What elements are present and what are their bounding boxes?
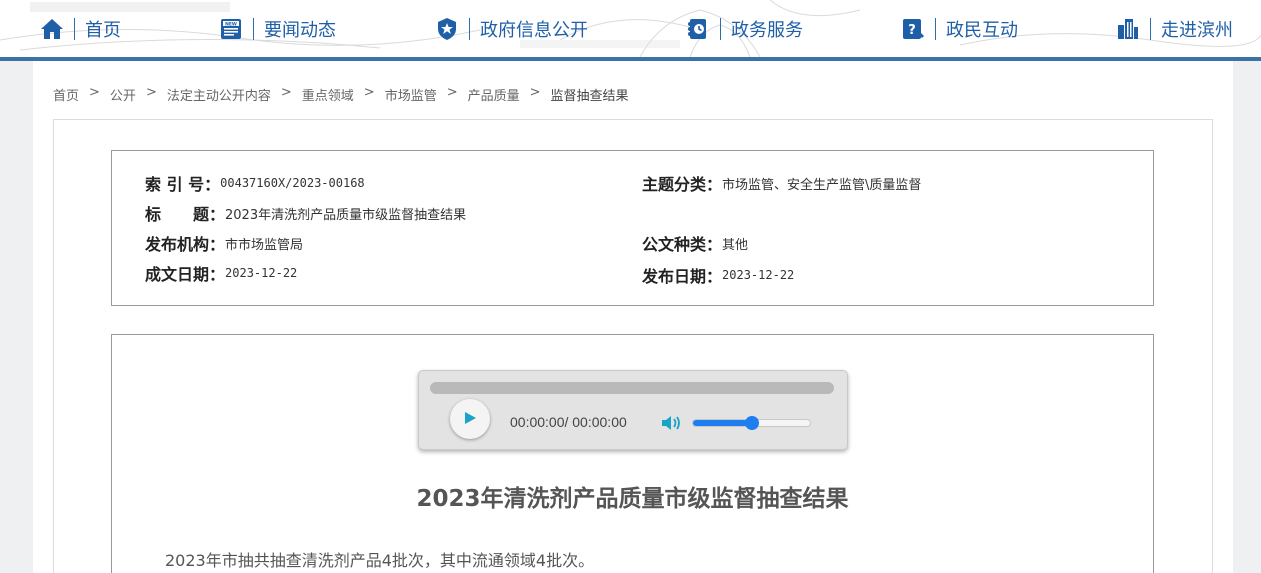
volume-icon[interactable] xyxy=(661,414,683,432)
nav-item-label: 政民互动 xyxy=(946,20,1018,41)
breadcrumb-item-market-supervision[interactable]: 市场监管 xyxy=(385,85,437,104)
nav-separator xyxy=(253,18,254,40)
breadcrumb-item-product-quality[interactable]: 产品质量 xyxy=(468,85,520,104)
meta-title-label: 标 题： xyxy=(145,205,226,224)
nav-item-interaction[interactable]: ? 政民互动 xyxy=(901,14,1018,44)
nav-separator xyxy=(469,18,470,40)
header-background-art xyxy=(0,0,1261,57)
meta-written-date-value: 2023-12-22 xyxy=(225,266,298,280)
service-icon xyxy=(686,17,710,41)
breadcrumb-item-home[interactable]: 首页 xyxy=(53,85,79,104)
meta-doctype-label: 公文种类： xyxy=(642,235,723,254)
nav-item-about-binzhou[interactable]: 走进滨州 xyxy=(1116,14,1233,44)
audio-time-display: 00:00:00/ 00:00:00 xyxy=(510,414,627,430)
article-paragraph: 2023年市抽共抽查清洗剂产品4批次，其中流通领域4批次。 xyxy=(165,551,595,570)
nav-separator xyxy=(720,18,721,40)
document-metadata: 索 引 号： 00437160X/2023-00168 主题分类： 市场监管、安… xyxy=(111,150,1154,306)
meta-index-row: 索 引 号： 00437160X/2023-00168 xyxy=(145,171,365,195)
breadcrumb-item-current[interactable]: 监督抽查结果 xyxy=(551,85,629,104)
meta-published-date-label: 发布日期： xyxy=(642,267,723,286)
breadcrumb-item-statutory[interactable]: 法定主动公开内容 xyxy=(167,85,271,104)
meta-doctype-value: 其他 xyxy=(722,237,749,253)
volume-slider[interactable] xyxy=(692,416,811,430)
svg-text:NEW: NEW xyxy=(225,21,237,27)
meta-index-value: 00437160X/2023-00168 xyxy=(220,176,365,190)
svg-text:?: ? xyxy=(908,23,916,38)
meta-title-row: 标 题： 2023年清洗剂产品质量市级监督抽查结果 xyxy=(145,201,466,225)
meta-written-date-label: 成文日期： xyxy=(145,265,226,284)
page-container: 首页 > 公开 > 法定主动公开内容 > 重点领域 > 市场监管 > 产品质量 … xyxy=(33,61,1233,573)
play-button[interactable] xyxy=(450,399,490,439)
article-title: 2023年清洗剂产品质量市级监督抽查结果 xyxy=(416,486,849,512)
breadcrumb: 首页 > 公开 > 法定主动公开内容 > 重点领域 > 市场监管 > 产品质量 … xyxy=(53,85,629,104)
nav-item-label: 要闻动态 xyxy=(264,20,336,41)
badge-icon xyxy=(435,17,459,41)
breadcrumb-separator: > xyxy=(145,85,157,100)
nav-item-label: 走进滨州 xyxy=(1161,20,1233,41)
meta-doctype-row: 公文种类： 其他 xyxy=(642,231,748,255)
nav-item-label: 政务服务 xyxy=(731,20,803,41)
breadcrumb-separator: > xyxy=(446,85,458,100)
meta-subject-label: 主题分类： xyxy=(642,175,723,194)
article-body: 00:00:00/ 00:00:00 2023年清洗剂产品质量市级监督抽查结果 … xyxy=(111,334,1154,573)
meta-written-date-row: 成文日期： 2023-12-22 xyxy=(145,261,297,285)
meta-published-date-row: 发布日期： 2023-12-22 xyxy=(642,263,794,287)
question-icon: ? xyxy=(901,17,925,41)
nav-item-gov-info[interactable]: 政府信息公开 xyxy=(435,14,588,44)
meta-subject-row: 主题分类： 市场监管、安全生产监管\质量监督 xyxy=(642,171,921,195)
building-icon xyxy=(1116,17,1140,41)
volume-slider-handle[interactable] xyxy=(744,416,759,430)
breadcrumb-separator: > xyxy=(280,85,292,100)
meta-subject-value: 市场监管、安全生产监管\质量监督 xyxy=(722,177,922,193)
nav-item-home[interactable]: 首页 xyxy=(40,14,121,44)
meta-issuer-value: 市市场监管局 xyxy=(225,237,304,253)
home-icon xyxy=(40,17,64,41)
breadcrumb-separator: > xyxy=(363,85,375,100)
breadcrumb-separator: > xyxy=(529,85,541,100)
news-icon: NEW xyxy=(219,17,243,41)
nav-separator xyxy=(935,18,936,40)
breadcrumb-item-key-areas[interactable]: 重点领域 xyxy=(302,85,354,104)
meta-title-value: 2023年清洗剂产品质量市级监督抽查结果 xyxy=(225,207,467,223)
play-icon xyxy=(463,410,477,429)
nav-item-services[interactable]: 政务服务 xyxy=(686,14,803,44)
nav-separator xyxy=(1150,18,1151,40)
nav-separator xyxy=(74,18,75,40)
volume-slider-fill xyxy=(693,420,752,426)
meta-index-label: 索 引 号： xyxy=(145,175,221,194)
nav-item-news[interactable]: NEW 要闻动态 xyxy=(219,14,336,44)
breadcrumb-item-public[interactable]: 公开 xyxy=(110,85,136,104)
nav-item-label: 政府信息公开 xyxy=(480,20,588,41)
nav-item-label: 首页 xyxy=(85,20,121,41)
meta-issuer-label: 发布机构： xyxy=(145,235,226,254)
breadcrumb-separator: > xyxy=(89,85,100,100)
top-navigation: 首页 NEW 要闻动态 政府信息公开 政务服务 ? 政民互动 走进滨州 xyxy=(0,0,1261,57)
audio-progress-bar[interactable] xyxy=(430,382,834,394)
audio-player: 00:00:00/ 00:00:00 xyxy=(418,370,848,450)
meta-published-date-value: 2023-12-22 xyxy=(722,268,795,282)
meta-issuer-row: 发布机构： 市市场监管局 xyxy=(145,231,303,255)
